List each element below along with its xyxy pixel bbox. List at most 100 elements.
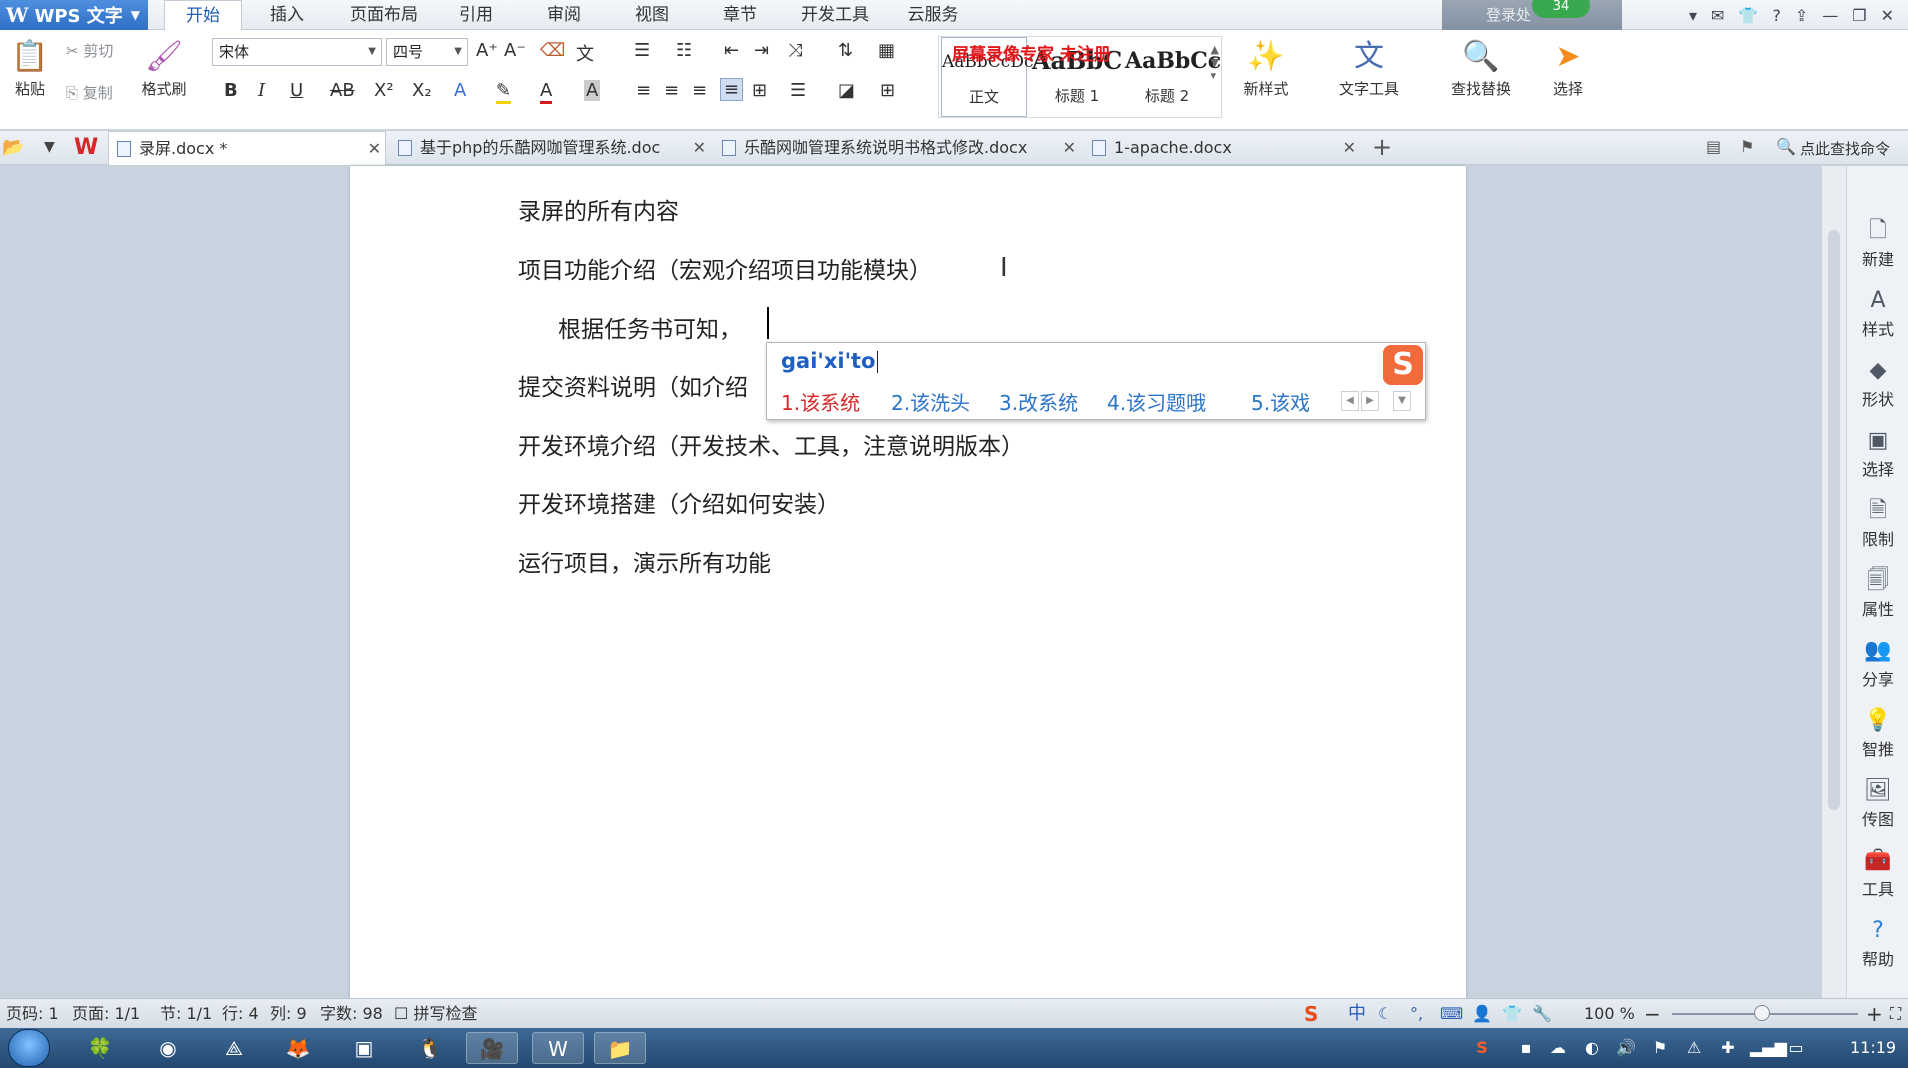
zoom-slider-thumb[interactable] bbox=[1754, 1005, 1770, 1021]
wps-writer-icon[interactable]: W bbox=[532, 1032, 584, 1064]
taskbar-app-icon[interactable]: 🍀 bbox=[74, 1032, 126, 1064]
tray-app-icon[interactable]: ▭ bbox=[1784, 1036, 1808, 1060]
text-direction-icon[interactable]: ⤨ bbox=[788, 40, 802, 61]
select-button[interactable]: ➤ 选择 bbox=[1538, 36, 1598, 126]
tray-app-icon[interactable]: ⚑ bbox=[1648, 1036, 1672, 1060]
folder-icon[interactable]: 📂 bbox=[2, 137, 24, 158]
tab-chapter[interactable]: 章节 bbox=[710, 0, 770, 30]
paragraph[interactable]: 项目功能介绍（宏观介绍项目功能模块） bbox=[518, 251, 932, 285]
side-item-tools[interactable]: 🧰 工具 bbox=[1847, 846, 1908, 900]
paragraph-current[interactable]: 根据任务书可知， bbox=[558, 310, 742, 344]
doc-tab[interactable]: 基于php的乐酷网咖管理系统.doc ✕ bbox=[390, 131, 710, 165]
volume-icon[interactable]: 🔊 bbox=[1614, 1036, 1638, 1060]
gallery-scroll-icon[interactable]: ▲ ▼ ▾ bbox=[1211, 43, 1219, 82]
minimize-icon[interactable]: — bbox=[1822, 6, 1838, 25]
tab-home[interactable]: 开始 bbox=[164, 0, 242, 31]
font-name-select[interactable]: 宋体 ▼ bbox=[212, 38, 382, 66]
sogou-s-icon[interactable]: S bbox=[1304, 999, 1318, 1029]
zoom-in-icon[interactable]: + bbox=[1866, 999, 1883, 1029]
bold-icon[interactable]: B bbox=[224, 80, 238, 101]
close-icon[interactable]: ✕ bbox=[1881, 6, 1894, 25]
side-item-help[interactable]: ? 帮助 bbox=[1847, 916, 1908, 970]
tray-app-icon[interactable]: ☁ bbox=[1546, 1036, 1570, 1060]
close-icon[interactable]: ✕ bbox=[693, 131, 706, 165]
chevron-down-icon[interactable]: ▾ bbox=[1689, 6, 1697, 25]
chevron-down-icon[interactable]: ▼ bbox=[44, 139, 55, 155]
align-left-icon[interactable]: ≡ bbox=[636, 80, 651, 101]
cut-button[interactable]: ✂ 剪切 bbox=[66, 40, 113, 61]
superscript-icon[interactable]: X² bbox=[374, 80, 394, 101]
ime-candidate[interactable]: 5.该戏 bbox=[1251, 387, 1310, 416]
doc-tab[interactable]: 乐酷网咖管理系统说明书格式修改.docx ✕ bbox=[714, 131, 1080, 165]
feedback-icon[interactable]: ✉ bbox=[1711, 6, 1724, 25]
subscript-icon[interactable]: X₂ bbox=[412, 80, 432, 101]
grow-font-icon[interactable]: A⁺ bbox=[476, 40, 498, 61]
wrench-icon[interactable]: 🔧 bbox=[1532, 999, 1552, 1029]
font-size-select[interactable]: 四号 ▼ bbox=[386, 38, 468, 66]
tab-view[interactable]: 视图 bbox=[622, 0, 682, 30]
text-effect-icon[interactable]: A bbox=[454, 80, 466, 101]
tray-app-icon[interactable]: ✚ bbox=[1716, 1036, 1740, 1060]
command-search[interactable]: 点此查找命令 bbox=[1800, 138, 1890, 159]
table-icon[interactable]: ▦ bbox=[878, 40, 895, 61]
tab-insert[interactable]: 插入 bbox=[252, 0, 322, 30]
align-right-icon[interactable]: ≡ bbox=[692, 80, 707, 101]
tab-review[interactable]: 审阅 bbox=[534, 0, 594, 30]
bullet-list-icon[interactable]: ☰ bbox=[634, 40, 650, 61]
skin-icon[interactable]: 👕 bbox=[1738, 6, 1758, 25]
sogou-tray-icon[interactable]: S bbox=[1470, 1036, 1494, 1060]
side-item-style[interactable]: A 样式 bbox=[1847, 286, 1908, 340]
side-item-recommend[interactable]: 💡 智推 bbox=[1847, 706, 1908, 760]
paragraph[interactable]: 录屏的所有内容 bbox=[518, 192, 679, 226]
tab-references[interactable]: 引用 bbox=[446, 0, 506, 30]
firefox-icon[interactable]: 🦊 bbox=[272, 1032, 324, 1064]
align-center-icon[interactable]: ≡ bbox=[664, 80, 679, 101]
scrollbar-thumb[interactable] bbox=[1828, 230, 1840, 810]
decrease-indent-icon[interactable]: ⇤ bbox=[724, 40, 739, 61]
new-style-button[interactable]: ✨ 新样式 bbox=[1230, 36, 1302, 126]
side-item-restrict[interactable]: 🗎 限制 bbox=[1847, 496, 1908, 550]
shading-icon[interactable]: ◪ bbox=[838, 80, 855, 101]
paragraph[interactable]: 运行项目，演示所有功能 bbox=[518, 544, 771, 578]
find-replace-button[interactable]: 🔍 查找替换 bbox=[1436, 36, 1526, 126]
start-button[interactable] bbox=[8, 1029, 50, 1067]
punctuation-icon[interactable]: °, bbox=[1410, 999, 1423, 1029]
restore-icon[interactable]: ❐ bbox=[1852, 6, 1866, 25]
tab-developer[interactable]: 开发工具 bbox=[790, 0, 880, 30]
add-tab-icon[interactable]: + bbox=[1372, 133, 1392, 161]
ime-expand-icon[interactable]: ▼ bbox=[1393, 391, 1411, 411]
wps-home-icon[interactable]: W bbox=[74, 135, 98, 160]
moon-icon[interactable]: ☾ bbox=[1378, 999, 1392, 1029]
screen-recorder-icon[interactable]: 🎥 bbox=[466, 1032, 518, 1064]
shrink-font-icon[interactable]: A⁻ bbox=[504, 40, 526, 61]
zoom-level[interactable]: 100 % bbox=[1584, 999, 1635, 1029]
side-item-upload-image[interactable]: 🖼 传图 bbox=[1847, 776, 1908, 830]
paste-button[interactable]: 📋 粘贴 bbox=[4, 36, 56, 126]
strikethrough-icon[interactable]: AB bbox=[330, 80, 355, 101]
ime-chinese-mode-icon[interactable]: 中 bbox=[1348, 999, 1366, 1029]
doc-tab[interactable]: 1-apache.docx ✕ bbox=[1084, 131, 1360, 165]
green-app-icon[interactable]: ▣ bbox=[338, 1032, 390, 1064]
numbered-list-icon[interactable]: ☷ bbox=[676, 40, 692, 61]
side-item-properties[interactable]: 🗐 属性 bbox=[1847, 566, 1908, 620]
keyboard-icon[interactable]: ⌨ bbox=[1440, 999, 1463, 1029]
phonetic-icon[interactable]: 文 bbox=[576, 40, 594, 66]
ime-next-icon[interactable]: ▶ bbox=[1361, 391, 1379, 411]
side-item-shape[interactable]: ◆ 形状 bbox=[1847, 356, 1908, 410]
zoom-out-icon[interactable]: − bbox=[1644, 999, 1661, 1029]
pin-icon[interactable]: ⚑ bbox=[1740, 137, 1754, 156]
ime-prev-icon[interactable]: ◀ bbox=[1341, 391, 1359, 411]
taskbar-clock[interactable]: 11:19 bbox=[1850, 1028, 1896, 1068]
upload-icon[interactable]: ⇪ bbox=[1795, 6, 1808, 25]
status-word-count[interactable]: 字数: 98 bbox=[320, 999, 383, 1029]
justify-icon[interactable]: ≡ bbox=[720, 78, 744, 101]
help-icon[interactable]: ? bbox=[1772, 6, 1781, 25]
clear-format-icon[interactable]: ⌫ bbox=[540, 40, 565, 61]
text-tools-button[interactable]: 文 文字工具 bbox=[1324, 36, 1414, 126]
skin-icon[interactable]: 👕 bbox=[1502, 999, 1522, 1029]
side-item-share[interactable]: 👥 分享 bbox=[1847, 636, 1908, 690]
close-icon[interactable]: ✕ bbox=[368, 132, 381, 166]
increase-indent-icon[interactable]: ⇥ bbox=[754, 40, 769, 61]
doc-tab-active[interactable]: 录屏.docx * ✕ bbox=[108, 131, 386, 165]
user-icon[interactable]: 👤 bbox=[1472, 999, 1492, 1029]
